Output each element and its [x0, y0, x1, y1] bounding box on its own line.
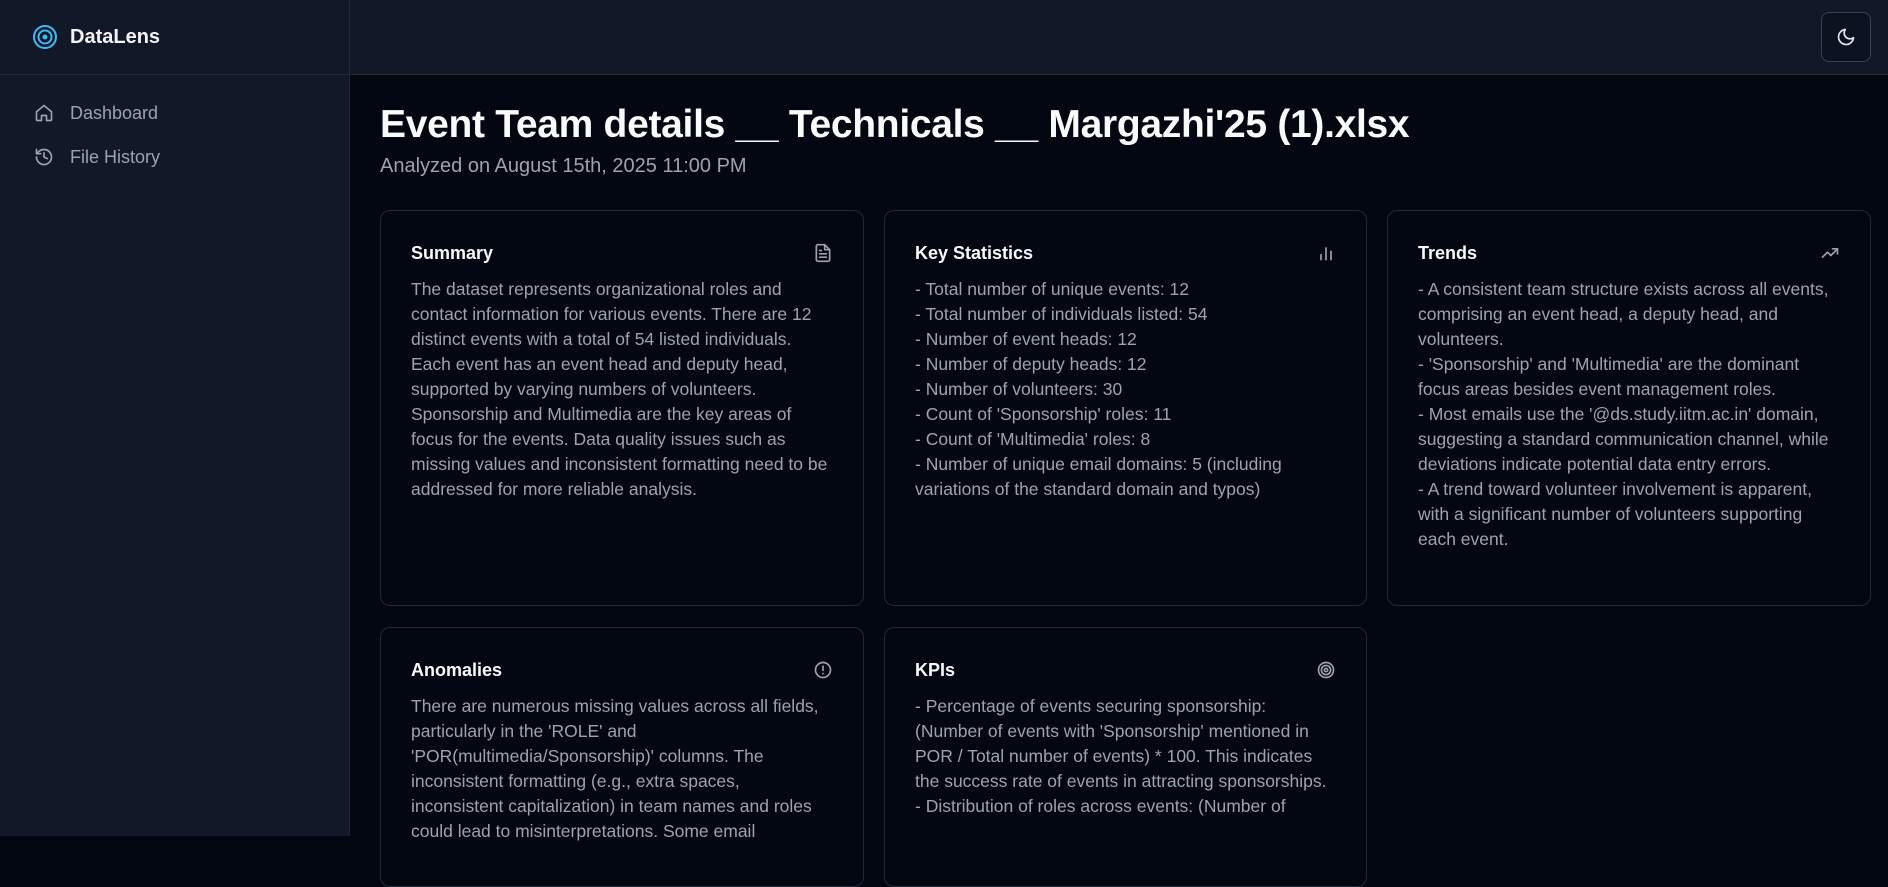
summary-card: Summary The dataset represents organizat… [380, 210, 864, 606]
kpis-card: KPIs - Percentage of events securing spo… [884, 627, 1367, 887]
card-body: The dataset represents organizational ro… [411, 279, 828, 499]
trending-up-icon [1821, 248, 1839, 258]
target-logo-icon [33, 25, 57, 49]
card-body: - Total number of unique events: 12 - To… [915, 279, 1282, 499]
card-title: Trends [1418, 242, 1478, 263]
history-icon [35, 148, 53, 166]
trends-card: Trends - A consistent team structure exi… [1387, 210, 1871, 606]
card-title: KPIs [915, 659, 956, 680]
page-subtitle: Analyzed on August 15th, 2025 11:00 PM [380, 154, 747, 177]
brand-name: DataLens [70, 25, 161, 48]
sidebar-item-label: File History [70, 146, 161, 167]
card-title: Summary [411, 242, 494, 263]
home-icon [35, 104, 53, 122]
card-body: There are numerous missing values across… [411, 696, 819, 841]
page-title: Event Team details __ Technicals __ Marg… [380, 103, 1410, 146]
main-content: Event Team details __ Technicals __ Marg… [380, 75, 1888, 178]
card-title: Anomalies [411, 659, 503, 680]
card-body: - A consistent team structure exists acr… [1418, 279, 1829, 549]
card-title: Key Statistics [915, 242, 1034, 263]
key-statistics-card: Key Statistics - Total number of unique … [884, 210, 1367, 606]
moon-icon [1837, 28, 1855, 46]
sidebar: DataLens Dashboard File History [0, 0, 350, 836]
brand[interactable]: DataLens [0, 0, 349, 75]
document-icon [815, 243, 831, 263]
theme-toggle-button[interactable] [1821, 12, 1871, 62]
anomalies-card: Anomalies There are numerous missing val… [380, 627, 864, 887]
sidebar-nav: Dashboard File History [0, 75, 349, 179]
target-icon [1317, 661, 1335, 679]
topbar [350, 0, 1888, 75]
sidebar-item-dashboard[interactable]: Dashboard [0, 91, 349, 135]
alert-circle-icon [814, 661, 832, 679]
bar-chart-icon [1320, 247, 1332, 261]
sidebar-item-label: Dashboard [70, 102, 159, 123]
sidebar-item-file-history[interactable]: File History [0, 135, 349, 179]
card-body: - Percentage of events securing sponsors… [915, 696, 1327, 816]
